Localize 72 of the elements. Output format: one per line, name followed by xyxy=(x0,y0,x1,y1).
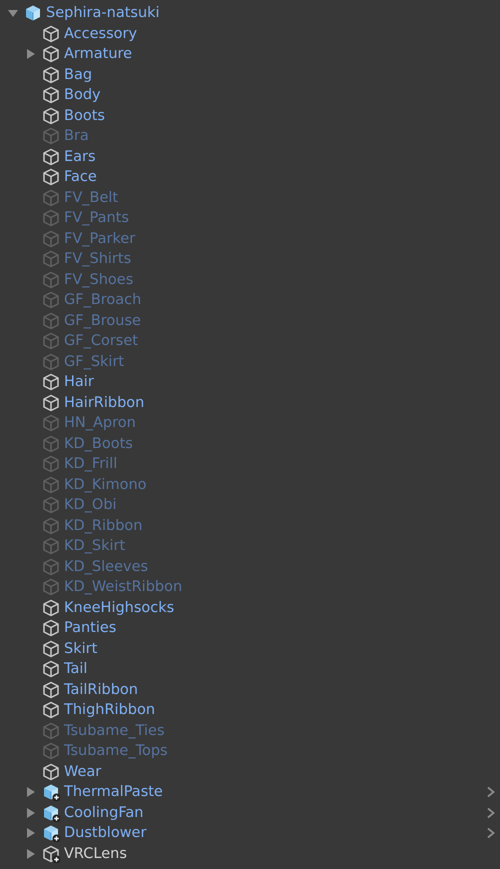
cube-icon xyxy=(42,537,60,556)
prefab-cube-icon xyxy=(24,4,42,22)
cube-icon xyxy=(42,86,60,104)
cube-icon xyxy=(42,188,60,207)
prefab-cube-plus-icon xyxy=(42,824,60,842)
cube-icon xyxy=(42,476,60,494)
cube-plus-icon xyxy=(42,844,60,863)
cube-icon xyxy=(42,312,60,330)
cube-icon xyxy=(42,270,60,289)
cube-icon xyxy=(42,24,60,43)
object-name[interactable]: Bag xyxy=(64,64,92,85)
cube-icon xyxy=(42,414,60,432)
cube-icon xyxy=(42,742,60,760)
object-name[interactable]: Panties xyxy=(64,618,116,638)
object-name[interactable]: VRCLens xyxy=(64,844,127,864)
object-name[interactable]: Ears xyxy=(64,146,96,167)
object-name[interactable]: Dustblower xyxy=(64,823,146,844)
cube-icon xyxy=(42,209,60,228)
cube-icon xyxy=(42,680,60,699)
object-name[interactable]: CoolingFan xyxy=(64,802,144,823)
cube-icon xyxy=(42,701,60,720)
expanded-arrow-icon[interactable] xyxy=(8,8,18,18)
object-name[interactable]: KneeHighsocks xyxy=(64,598,174,618)
chevron-icon[interactable] xyxy=(486,827,496,839)
cube-icon xyxy=(42,660,60,678)
chevron-icon[interactable] xyxy=(486,806,496,818)
object-name[interactable]: Skirt xyxy=(64,638,98,659)
cube-icon xyxy=(42,455,60,474)
cube-icon xyxy=(42,619,60,638)
cube-icon xyxy=(42,106,60,125)
prefab-cube-plus-icon xyxy=(42,783,60,802)
cube-icon xyxy=(42,373,60,392)
collapsed-arrow-icon[interactable] xyxy=(26,49,36,60)
object-name[interactable]: TailRibbon xyxy=(64,680,138,700)
object-name[interactable]: Armature xyxy=(64,44,132,64)
cube-icon xyxy=(42,394,60,412)
object-name[interactable]: Body xyxy=(64,85,101,106)
cube-icon xyxy=(42,762,60,781)
cube-icon xyxy=(42,434,60,453)
object-name[interactable]: ThighRibbon xyxy=(64,700,156,720)
collapsed-arrow-icon[interactable] xyxy=(26,787,36,798)
cube-icon xyxy=(42,291,60,310)
object-name[interactable]: HairRibbon xyxy=(64,392,144,413)
collapsed-arrow-icon[interactable] xyxy=(26,828,36,838)
cube-icon xyxy=(42,722,60,740)
cube-icon xyxy=(42,168,60,186)
cube-icon xyxy=(42,250,60,268)
object-name[interactable]: Wear xyxy=(64,762,102,782)
cube-icon xyxy=(42,640,60,658)
cube-icon xyxy=(42,598,60,617)
cube-icon xyxy=(42,332,60,350)
object-name[interactable]: ThermalPaste xyxy=(64,782,163,802)
collapsed-arrow-icon[interactable] xyxy=(26,848,36,859)
collapsed-arrow-icon[interactable] xyxy=(26,808,36,818)
prefab-cube-plus-icon xyxy=(42,804,60,822)
cube-icon xyxy=(42,516,60,535)
object-name[interactable]: Hair xyxy=(64,372,94,392)
cube-icon xyxy=(42,578,60,596)
cube-icon xyxy=(42,66,60,84)
object-name[interactable]: Tail xyxy=(64,659,88,680)
object-name[interactable]: Boots xyxy=(64,106,105,126)
object-name[interactable]: Accessory xyxy=(64,24,138,44)
cube-icon xyxy=(42,496,60,514)
object-name[interactable]: Sephira-natsuki xyxy=(46,3,160,24)
cube-icon xyxy=(42,230,60,248)
cube-icon xyxy=(42,127,60,146)
chevron-icon[interactable] xyxy=(486,786,496,798)
object-name[interactable]: Face xyxy=(64,167,97,188)
cube-icon xyxy=(42,352,60,371)
cube-icon xyxy=(42,148,60,166)
cube-icon xyxy=(42,558,60,576)
cube-icon xyxy=(42,45,60,64)
